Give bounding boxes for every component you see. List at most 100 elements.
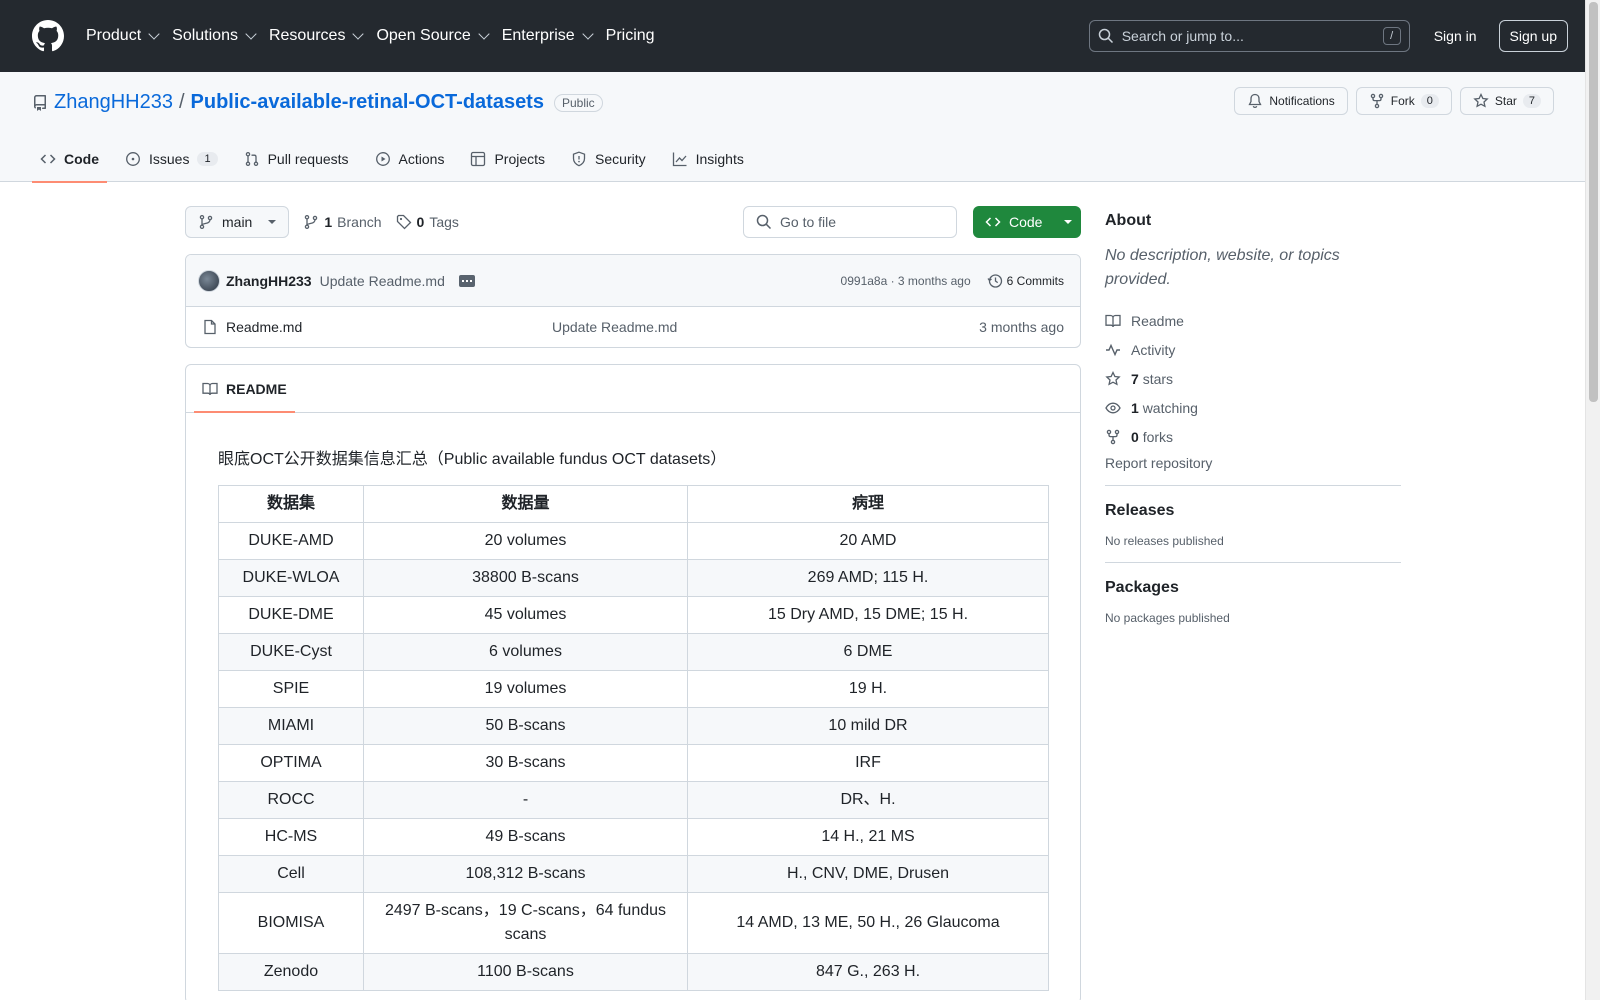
branch-selector[interactable]: main <box>185 206 290 238</box>
search-icon <box>756 214 772 230</box>
commit-message-link[interactable]: Update Readme.md <box>320 273 445 289</box>
tab-label: Projects <box>494 151 546 167</box>
commit-hash-time[interactable]: 0991a8a · 3 months ago <box>841 274 971 288</box>
repo-tabs: Code Issues 1 Pull requests Actions Proj… <box>32 136 762 183</box>
file-commit-date: 3 months ago <box>979 319 1064 335</box>
table-cell: MIAMI <box>218 707 364 745</box>
tab-security[interactable]: Security <box>563 136 654 182</box>
sign-in-link[interactable]: Sign in <box>1434 28 1477 44</box>
datasets-table: 数据集 数据量 病理 DUKE-AMD 20 volumes 20 AMD DUKE-… <box>218 485 1049 991</box>
forks-link[interactable]: 0 forks <box>1105 422 1401 451</box>
releases-empty: No releases published <box>1105 534 1224 548</box>
avatar[interactable] <box>198 269 220 292</box>
file-name-link[interactable]: Readme.md <box>202 319 552 335</box>
github-logo-icon[interactable] <box>32 20 64 52</box>
activity-link[interactable]: Activity <box>1105 335 1401 364</box>
latest-commit-row: ZhangHH233 Update Readme.md 0991a8a · 3 … <box>186 255 1080 307</box>
table-cell: 19 H. <box>687 670 1049 708</box>
table-icon <box>470 151 486 167</box>
table-row: DUKE-DME 45 volumes 15 Dry AMD, 15 DME; 15… <box>218 596 1049 634</box>
nav-enterprise[interactable]: Enterprise <box>501 27 594 45</box>
star-icon <box>1473 93 1489 109</box>
fork-label: Fork <box>1390 94 1415 108</box>
main-column: main 1 Branch 0 Tags Go to file Code Zha… <box>185 206 1081 1000</box>
readme-intro: 眼底OCT公开数据集信息汇总（Public available fundus O… <box>218 451 727 468</box>
readme-panel: README 眼底OCT公开数据集信息汇总（Public available f… <box>185 364 1081 1000</box>
ellipsis-icon[interactable] <box>458 274 475 287</box>
releases-heading[interactable]: Releases <box>1105 502 1401 520</box>
nav-product[interactable]: Product <box>86 27 160 45</box>
table-row: Cell 108,312 B-scans H., CNV, DME, Drusen <box>218 855 1049 893</box>
branch-name: main <box>222 214 253 230</box>
file-commit-message[interactable]: Update Readme.md <box>552 319 979 335</box>
tab-code[interactable]: Code <box>32 136 107 183</box>
book-icon <box>1105 313 1121 329</box>
nav-solutions[interactable]: Solutions <box>172 27 257 45</box>
table-cell: DUKE-AMD <box>218 522 364 560</box>
star-button[interactable]: Star 7 <box>1459 87 1554 115</box>
forks-count: 0 <box>1131 428 1139 445</box>
pull-request-icon <box>244 151 260 167</box>
nav-label: Enterprise <box>501 27 575 44</box>
table-cell: ROCC <box>218 781 364 819</box>
branches-link[interactable]: 1 Branch <box>303 214 382 230</box>
play-icon <box>375 151 391 167</box>
repo-toolbar: main 1 Branch 0 Tags Go to file Code <box>185 206 1081 238</box>
tab-insights[interactable]: Insights <box>664 136 752 182</box>
chevron-down-icon <box>245 28 257 40</box>
table-cell: OPTIMA <box>218 744 364 782</box>
go-to-file-input[interactable]: Go to file <box>743 206 957 238</box>
fork-button[interactable]: Fork 0 <box>1355 87 1452 115</box>
tab-label: Code <box>64 151 99 167</box>
page-scrollbar[interactable] <box>1585 0 1600 1000</box>
table-cell: 14 H., 21 MS <box>687 818 1049 856</box>
readme-tab[interactable]: README <box>194 365 295 413</box>
scrollbar-thumb[interactable] <box>1589 2 1598 402</box>
packages-empty: No packages published <box>1105 611 1230 625</box>
repo-owner-link[interactable]: ZhangHH233 <box>54 91 173 114</box>
nav-open-source[interactable]: Open Source <box>376 27 490 45</box>
tab-projects[interactable]: Projects <box>462 136 553 182</box>
file-row: Readme.md Update Readme.md 3 months ago <box>186 307 1080 347</box>
commit-author-link[interactable]: ZhangHH233 <box>226 273 312 289</box>
global-search-input[interactable]: Search or jump to... / <box>1088 20 1410 52</box>
report-repository-link[interactable]: Report repository <box>1105 455 1401 471</box>
notifications-button[interactable]: Notifications <box>1234 87 1348 115</box>
code-dropdown-button[interactable]: Code <box>973 206 1081 238</box>
table-cell: SPIE <box>218 670 364 708</box>
nav-resources[interactable]: Resources <box>268 27 365 45</box>
sign-up-button[interactable]: Sign up <box>1498 20 1568 52</box>
nav-pricing[interactable]: Pricing <box>606 27 655 45</box>
readme-tab-label: README <box>226 380 287 397</box>
stars-link[interactable]: 7 stars <box>1105 364 1401 393</box>
nav-label: Resources <box>268 27 346 44</box>
tag-icon <box>396 214 412 230</box>
tab-pull-requests[interactable]: Pull requests <box>236 136 357 182</box>
table-cell: 50 B-scans <box>363 707 688 745</box>
table-header-row: 数据集 数据量 病理 <box>218 485 1049 523</box>
tab-issues[interactable]: Issues 1 <box>117 136 226 182</box>
global-header: Product Solutions Resources Open Source … <box>0 0 1600 72</box>
column-header: 数据量 <box>363 485 688 523</box>
table-cell: 19 volumes <box>363 670 688 708</box>
watching-link[interactable]: 1 watching <box>1105 393 1401 422</box>
tab-label: Actions <box>398 151 445 167</box>
table-row: HC-MS 49 B-scans 14 H., 21 MS <box>218 818 1049 856</box>
commits-history-link[interactable]: 6 Commits <box>987 273 1064 289</box>
readme-link[interactable]: Readme <box>1105 306 1401 335</box>
go-to-file-placeholder: Go to file <box>780 214 837 230</box>
table-row: BIOMISA 2497 B-scans，19 C-scans，64 fundus… <box>218 892 1049 954</box>
tags-link[interactable]: 0 Tags <box>396 214 459 230</box>
packages-heading[interactable]: Packages <box>1105 579 1401 597</box>
table-row: SPIE 19 volumes 19 H. <box>218 670 1049 708</box>
repo-name-link[interactable]: Public-available-retinal-OCT-datasets <box>191 91 544 114</box>
code-button-label: Code <box>1009 214 1043 230</box>
tab-actions[interactable]: Actions <box>367 136 453 182</box>
branch-icon <box>303 214 319 230</box>
column-header: 病理 <box>687 485 1049 523</box>
readme-body: 眼底OCT公开数据集信息汇总（Public available fundus O… <box>186 413 1080 991</box>
table-cell: 6 DME <box>687 633 1049 671</box>
nav-label: Open Source <box>376 27 471 44</box>
chevron-down-icon <box>148 28 160 40</box>
table-cell: 20 volumes <box>363 522 688 560</box>
